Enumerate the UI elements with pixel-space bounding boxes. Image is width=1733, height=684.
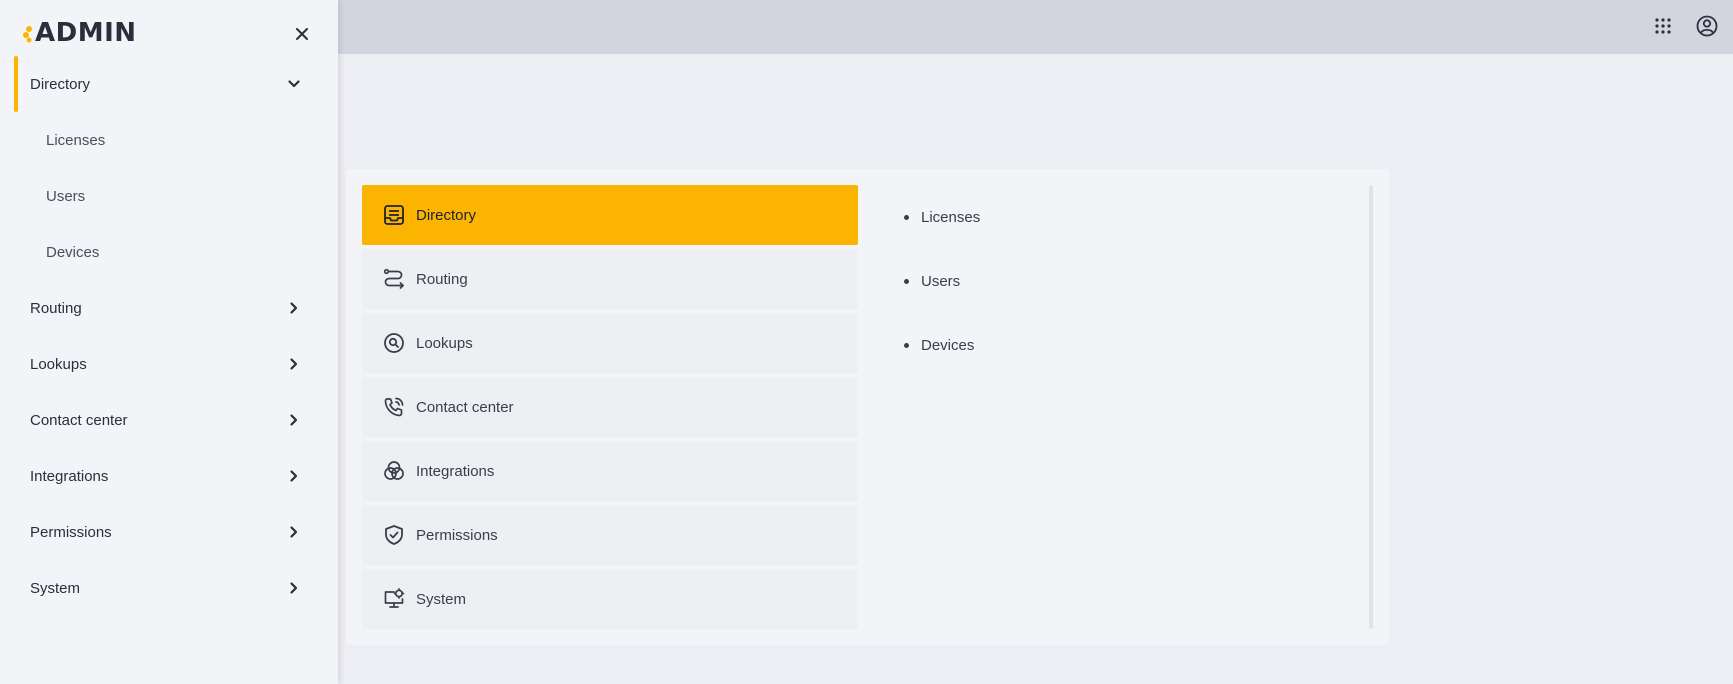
chevron-right-icon	[284, 466, 304, 486]
sidebar-item-label: Lookups	[30, 355, 87, 373]
menu-item-label: Routing	[416, 270, 468, 288]
chevron-right-icon	[284, 354, 304, 374]
menu-item-label: Lookups	[416, 334, 473, 352]
sidebar-subitem-devices[interactable]: Devices	[0, 224, 338, 280]
sidebar-item-integrations[interactable]: Integrations	[0, 448, 338, 504]
submenu-item-devices[interactable]: Devices	[904, 313, 1324, 377]
menu-item-lookups[interactable]: Lookups	[362, 313, 858, 373]
sidebar-item-permissions[interactable]: Permissions	[0, 504, 338, 560]
integrations-icon	[382, 459, 406, 483]
system-icon	[382, 587, 406, 611]
menu-item-directory[interactable]: Directory	[362, 185, 858, 245]
chevron-down-icon	[284, 74, 304, 94]
sidebar: ADMIN Directory Licenses Users Devices R…	[0, 0, 338, 684]
chevron-right-icon	[284, 410, 304, 430]
menu-item-label: System	[416, 590, 467, 608]
menu-item-permissions[interactable]: Permissions	[362, 505, 858, 565]
sidebar-item-contact-center[interactable]: Contact center	[0, 392, 338, 448]
permissions-icon	[382, 523, 406, 547]
menu-item-label: Permissions	[416, 526, 498, 544]
close-icon	[296, 28, 308, 40]
logo-mark-icon	[22, 22, 34, 44]
sidebar-item-directory[interactable]: Directory	[0, 56, 338, 112]
submenu-item-users[interactable]: Users	[904, 249, 1324, 313]
submenu-item-label: Users	[921, 272, 961, 290]
sidebar-item-label: Integrations	[30, 467, 109, 485]
topbar-icons	[1649, 12, 1721, 40]
submenu-item-licenses[interactable]: Licenses	[904, 185, 1324, 249]
menu-item-label: Integrations	[416, 462, 495, 480]
user-account-icon[interactable]	[1693, 12, 1721, 40]
chevron-right-icon	[284, 298, 304, 318]
sidebar-item-label: Directory	[30, 75, 91, 93]
sidebar-item-system[interactable]: System	[0, 560, 338, 616]
sidebar-item-label: Contact center	[30, 411, 128, 429]
menu-item-label: Directory	[416, 206, 477, 224]
apps-grid-icon[interactable]	[1649, 12, 1677, 40]
sidebar-subitem-licenses[interactable]: Licenses	[0, 112, 338, 168]
sidebar-item-label: Routing	[30, 299, 82, 317]
main-panel: Directory Routing Lookups Contact center…	[346, 169, 1389, 645]
chevron-right-icon	[284, 522, 304, 542]
app-logo[interactable]: ADMIN	[22, 18, 137, 48]
chevron-right-icon	[284, 578, 304, 598]
sidebar-item-lookups[interactable]: Lookups	[0, 336, 338, 392]
routing-icon	[382, 267, 406, 291]
sidebar-nav: Directory Licenses Users Devices Routing…	[0, 56, 338, 616]
contact-center-icon	[382, 395, 406, 419]
category-menu: Directory Routing Lookups Contact center…	[362, 185, 858, 633]
menu-item-integrations[interactable]: Integrations	[362, 441, 858, 501]
menu-item-system[interactable]: System	[362, 569, 858, 629]
bullet	[904, 214, 909, 220]
menu-item-contact-center[interactable]: Contact center	[362, 377, 858, 437]
bullet	[904, 278, 909, 284]
submenu-item-label: Devices	[921, 336, 975, 354]
logo-text: ADMIN	[35, 18, 137, 48]
close-sidebar-button[interactable]	[292, 24, 312, 44]
bullet	[904, 342, 909, 348]
sidebar-item-label: System	[30, 579, 81, 597]
directory-icon	[382, 203, 406, 227]
menu-item-label: Contact center	[416, 398, 514, 416]
submenu-item-label: Licenses	[921, 208, 981, 226]
panel-scrollbar[interactable]	[1369, 185, 1373, 629]
sidebar-item-routing[interactable]: Routing	[0, 280, 338, 336]
lookups-icon	[382, 331, 406, 355]
sidebar-subitem-users[interactable]: Users	[0, 168, 338, 224]
menu-item-routing[interactable]: Routing	[362, 249, 858, 309]
sidebar-item-label: Permissions	[30, 523, 112, 541]
submenu-list: Licenses Users Devices	[904, 185, 1324, 377]
